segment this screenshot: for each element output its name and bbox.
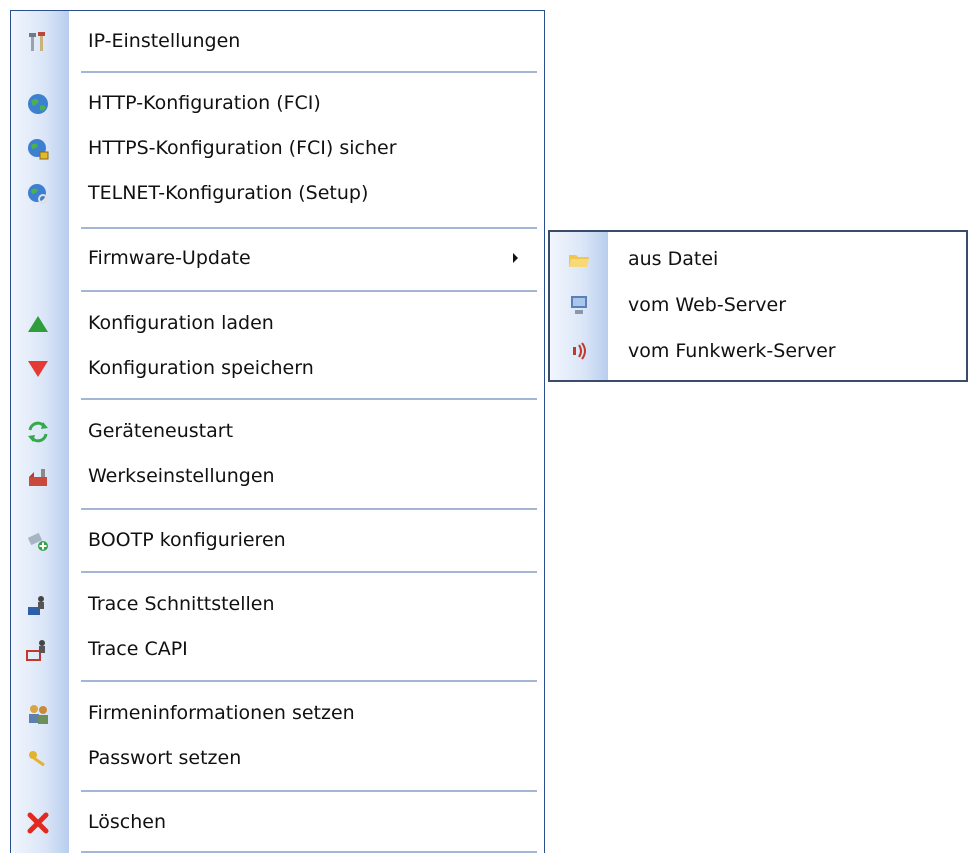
menu-separator: [81, 398, 537, 400]
menu-item-company-info[interactable]: Firmeninformationen setzen: [11, 691, 544, 735]
blank-overlay: [269, 733, 347, 783]
delete-icon: [25, 810, 51, 836]
context-menu: IP-Einstellungen HTTP-Konfiguration (FCI…: [10, 10, 545, 853]
menu-item-save-config[interactable]: Konfiguration speichern: [11, 346, 544, 390]
menu-item-https-config[interactable]: HTTPS-Konfiguration (FCI) sicher: [11, 126, 544, 170]
menu-item-label: Werkseinstellungen: [88, 465, 275, 487]
menu-item-delete[interactable]: Löschen: [11, 800, 544, 844]
globe-search-icon: [25, 181, 51, 207]
menu-item-label: IP-Einstellungen: [88, 30, 241, 52]
computer-icon: [566, 292, 592, 318]
trace-icon: [25, 592, 51, 618]
menu-item-label: Löschen: [88, 811, 166, 833]
submenu-item-label: vom Funkwerk-Server: [628, 340, 836, 362]
menu-item-label: Geräteneustart: [88, 420, 234, 442]
menu-item-label: Konfiguration speichern: [88, 357, 314, 379]
menu-item-device-restart[interactable]: Geräteneustart: [11, 409, 544, 453]
menu-item-label: Konfiguration laden: [88, 312, 274, 334]
menu-item-firmware-update[interactable]: Firmware-Update: [11, 236, 544, 280]
menu-separator: [81, 508, 537, 510]
submenu-item-from-web-server[interactable]: vom Web-Server: [550, 282, 966, 328]
key-icon: [25, 746, 51, 772]
menu-item-factory-reset[interactable]: Werkseinstellungen: [11, 454, 544, 498]
signal-icon: [566, 338, 592, 364]
menu-item-label: Trace CAPI: [88, 638, 188, 660]
users-icon: [25, 701, 51, 727]
folder-icon: [566, 246, 592, 272]
menu-separator: [81, 290, 537, 292]
globe-icon: [25, 91, 51, 117]
menu-item-label: TELNET-Konfiguration (Setup): [88, 182, 369, 204]
submenu-item-label: aus Datei: [628, 248, 719, 270]
menu-item-ip-settings[interactable]: IP-Einstellungen: [11, 19, 544, 63]
up-triangle-icon: [25, 311, 51, 337]
menu-item-http-config[interactable]: HTTP-Konfiguration (FCI): [11, 81, 544, 125]
submenu-item-label: vom Web-Server: [628, 294, 787, 316]
menu-separator: [81, 680, 537, 682]
submenu-item-from-file[interactable]: aus Datei: [550, 236, 966, 282]
menu-item-set-password[interactable]: Passwort setzen: [11, 733, 544, 783]
menu-item-label: HTTP-Konfiguration (FCI): [88, 92, 321, 114]
menu-item-load-config[interactable]: Konfiguration laden: [11, 301, 544, 345]
submenu-arrow-icon: [513, 253, 518, 263]
menu-item-label: HTTPS-Konfiguration (FCI) sicher: [88, 137, 397, 159]
tools-icon: [25, 29, 51, 55]
menu-separator: [81, 71, 537, 73]
menu-item-label: Passwort setzen: [88, 747, 242, 769]
menu-item-trace-capi[interactable]: Trace CAPI: [11, 627, 544, 671]
submenu-item-from-funkwerk-server[interactable]: vom Funkwerk-Server: [550, 328, 966, 374]
refresh-icon: [25, 419, 51, 445]
bootp-icon: [25, 528, 51, 554]
globe-lock-icon: [25, 136, 51, 162]
menu-item-trace-interfaces[interactable]: Trace Schnittstellen: [11, 582, 544, 626]
menu-item-label: Firmeninformationen setzen: [88, 702, 355, 724]
trace-capi-icon: [25, 637, 51, 663]
down-triangle-icon: [25, 356, 51, 382]
menu-separator: [81, 227, 537, 229]
firmware-update-submenu: aus Datei vom Web-Server vom Funkwerk-Se…: [548, 230, 968, 382]
menu-separator: [81, 790, 537, 792]
menu-item-label: Firmware-Update: [88, 247, 251, 269]
factory-icon: [25, 464, 51, 490]
menu-item-label: Trace Schnittstellen: [88, 593, 275, 615]
menu-item-bootp[interactable]: BOOTP konfigurieren: [11, 518, 544, 562]
menu-item-telnet-config[interactable]: TELNET-Konfiguration (Setup): [11, 171, 544, 215]
menu-item-label: BOOTP konfigurieren: [88, 529, 286, 551]
menu-separator: [81, 571, 537, 573]
